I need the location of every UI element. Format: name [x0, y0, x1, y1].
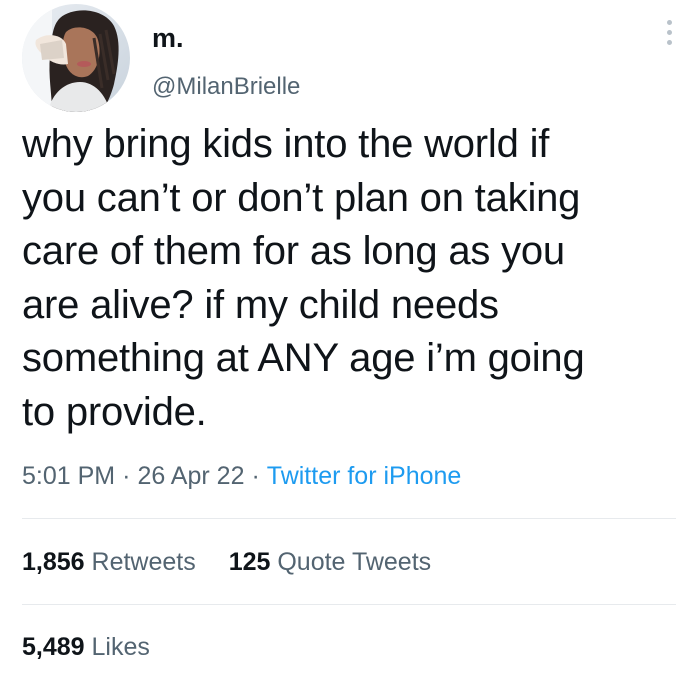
display-name[interactable]: m. [152, 22, 300, 54]
retweets-count: 1,856 [22, 548, 85, 576]
more-options-button[interactable] [658, 18, 682, 58]
retweets-stat[interactable]: 1,856 Retweets [22, 546, 196, 578]
quote-tweets-count: 125 [228, 548, 271, 576]
quote-tweets-label: Quote Tweets [277, 548, 432, 576]
tweet-card: m. @MilanBrielle why bring kids into the… [0, 0, 700, 675]
tweet-date[interactable]: 26 Apr 22 [137, 462, 244, 490]
retweets-label: Retweets [91, 548, 196, 576]
divider [22, 518, 676, 519]
tweet-source-link[interactable]: Twitter for iPhone [267, 462, 462, 490]
tweet-header: m. @MilanBrielle [22, 4, 682, 114]
quote-tweets-stat[interactable]: 125 Quote Tweets [229, 546, 431, 578]
more-dots-icon [667, 30, 672, 35]
more-dots-icon [667, 20, 672, 25]
likes-label: Likes [91, 633, 150, 661]
engagement-stats: 1,856 Retweets 125 Quote Tweets [22, 546, 457, 578]
tweet-meta: 5:01 PM · 26 Apr 22 · Twitter for iPhone [22, 460, 461, 492]
user-handle[interactable]: @MilanBrielle [152, 72, 300, 102]
meta-separator: · [122, 462, 131, 490]
tweet-text: why bring kids into the world if you can… [22, 122, 585, 434]
meta-separator: · [251, 462, 260, 490]
profile-photo-icon [22, 4, 130, 112]
avatar[interactable] [22, 4, 130, 112]
user-info: m. @MilanBrielle [152, 22, 300, 102]
likes-row: 5,489 Likes [22, 603, 176, 681]
likes-count: 5,489 [22, 633, 85, 661]
more-dots-icon [667, 40, 672, 45]
tweet-time[interactable]: 5:01 PM [22, 462, 115, 490]
likes-stat[interactable]: 5,489 Likes [22, 631, 150, 663]
